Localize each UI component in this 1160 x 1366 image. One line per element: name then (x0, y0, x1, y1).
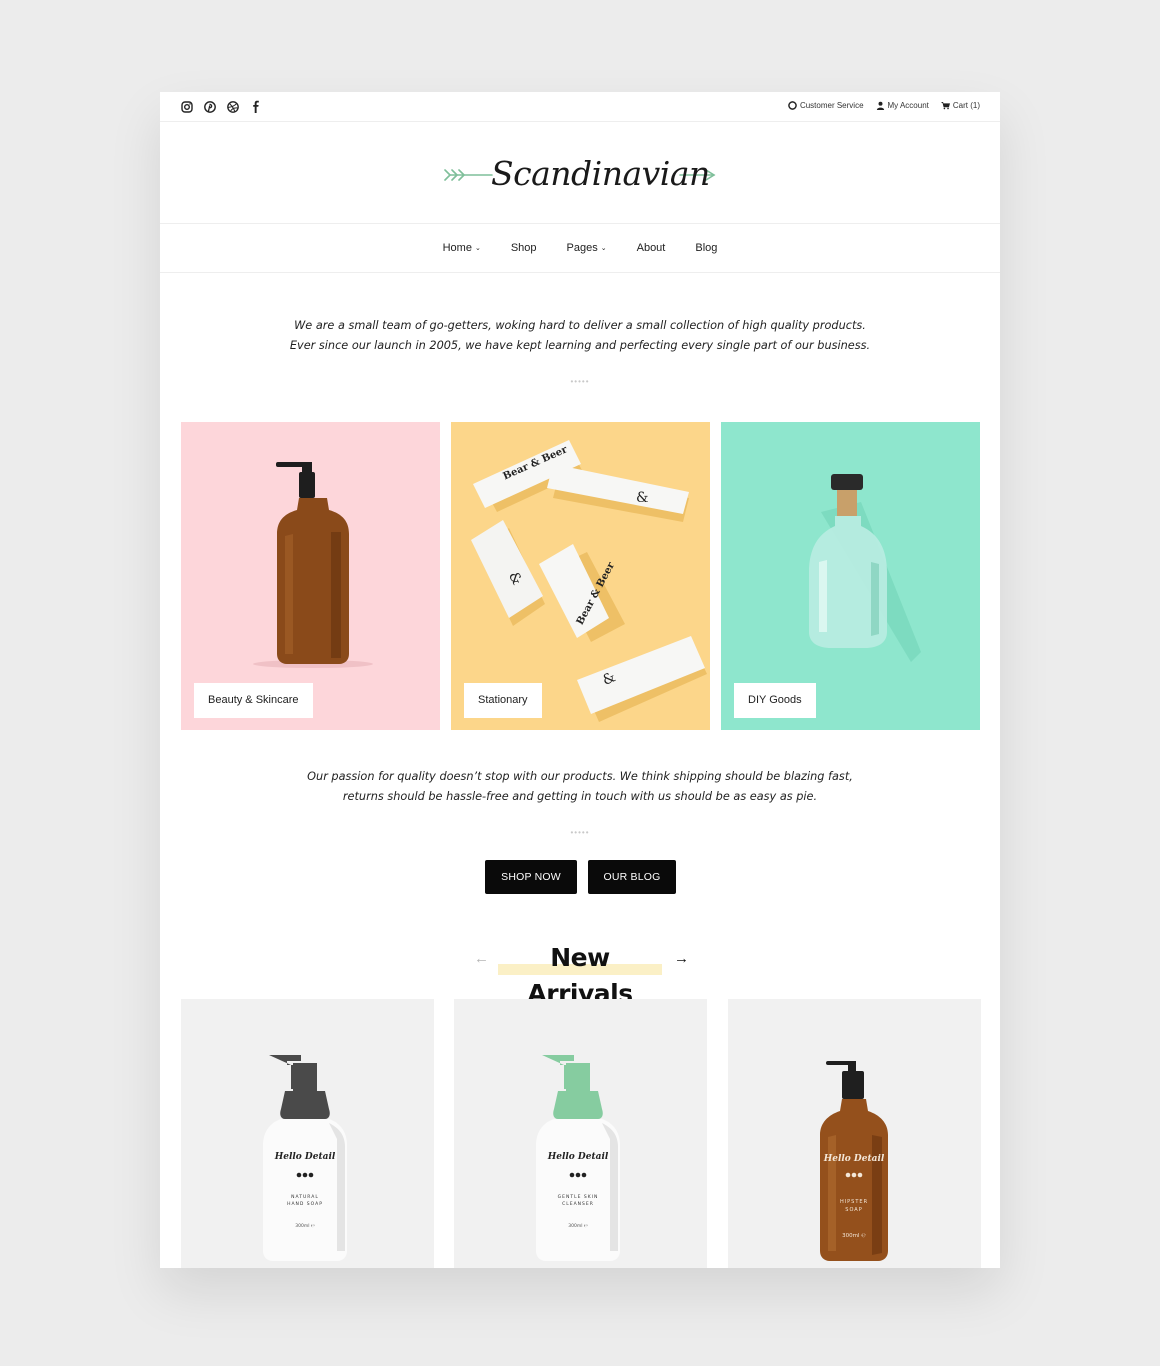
product-name-line-2: SOAP (845, 1207, 862, 1213)
product-card[interactable]: Hello Detail NATURAL HAND SOAP 300ml ℮ (181, 999, 434, 1268)
intro-line-2: Ever since our launch in 2005, we have k… (289, 339, 871, 352)
facebook-icon[interactable] (249, 100, 263, 114)
social-links (180, 100, 263, 114)
chevron-down-icon: ⌄ (600, 244, 607, 252)
new-arrivals-header: New Arrivals ← → (160, 940, 1000, 1008)
instagram-icon[interactable] (180, 100, 194, 114)
category-label: Beauty & Skincare (194, 683, 313, 718)
svg-text:&: & (636, 490, 648, 506)
our-blog-button[interactable]: OUR BLOG (588, 860, 676, 894)
nav-pages-label: Pages (566, 242, 598, 254)
logo-text: Scandinavian (491, 154, 710, 193)
my-account-link[interactable]: My Account (876, 101, 929, 110)
header-logo-area: Scandinavian (160, 122, 1000, 224)
product-name-line-2: HAND SOAP (287, 1201, 323, 1207)
amber-pump-soap-image: Hello Detail HIPSTER SOAP 300ml ℮ (820, 1061, 888, 1261)
intro-text: We are a small team of go-getters, wokin… (160, 316, 1000, 356)
category-card-beauty[interactable]: Beauty & Skincare (181, 422, 440, 730)
passion-text: Our passion for quality doesn’t stop wit… (160, 767, 1000, 807)
product-brand: Hello Detail (823, 1154, 885, 1164)
nav-blog-label: Blog (695, 242, 718, 254)
product-name-line-1: HIPSTER (840, 1199, 868, 1205)
lifebuoy-icon (788, 101, 797, 110)
product-card[interactable]: Hello Detail GENTLE SKIN CLEANSER 300ml … (454, 999, 707, 1268)
utility-links: Customer Service My Account Cart (1) (788, 101, 980, 110)
nav-home-label: Home (442, 242, 472, 254)
product-name-line-1: GENTLE SKIN (558, 1194, 599, 1200)
product-brand: Hello Detail (547, 1152, 609, 1162)
nav-blog[interactable]: Blog (695, 242, 717, 254)
my-account-label: My Account (887, 101, 929, 110)
nav-pages[interactable]: Pages ⌄ (567, 242, 607, 254)
product-volume: 300ml ℮ (568, 1223, 588, 1229)
arrow-left-icon[interactable]: ← (474, 949, 489, 969)
product-card[interactable]: Hello Detail HIPSTER SOAP 300ml ℮ (728, 999, 981, 1268)
category-label: DIY Goods (734, 683, 816, 718)
nav-home[interactable]: Home ⌄ (443, 242, 481, 254)
nav-shop-label: Shop (510, 242, 537, 254)
product-brand: Hello Detail (274, 1152, 336, 1162)
dribbble-icon[interactable] (226, 100, 240, 114)
intro-line-1: We are a small team of go-getters, wokin… (294, 319, 866, 332)
pinterest-icon[interactable] (203, 100, 217, 114)
product-volume: 300ml ℮ (842, 1233, 866, 1239)
nav-about[interactable]: About (637, 242, 666, 254)
shop-now-button[interactable]: SHOP NOW (485, 860, 577, 894)
white-foam-bottle-image: Hello Detail NATURAL HAND SOAP 300ml ℮ (263, 1055, 347, 1261)
category-card-stationary[interactable]: Bear & Beer & & Bear & Beer & Stationary (451, 422, 710, 730)
white-foam-bottle-green-pump-image: Hello Detail GENTLE SKIN CLEANSER 300ml … (536, 1055, 620, 1261)
nav-about-label: About (636, 242, 666, 254)
divider-dots: ••••• (570, 377, 590, 386)
product-name-line-2: CLEANSER (562, 1201, 594, 1207)
main-nav: Home ⌄ Shop Pages ⌄ About Blog (160, 224, 1000, 273)
arrow-right-icon[interactable]: → (674, 949, 689, 969)
category-label: Stationary (464, 683, 542, 718)
category-card-diy[interactable]: DIY Goods (721, 422, 980, 730)
cart-icon (941, 101, 950, 110)
page: Customer Service My Account Cart (1) Sca… (160, 92, 1000, 1268)
passion-line-2: returns should be hassle-free and gettin… (342, 790, 818, 803)
cart-label: Cart (1) (952, 101, 980, 110)
product-volume: 300ml ℮ (295, 1223, 315, 1229)
cart-link[interactable]: Cart (1) (941, 101, 980, 110)
nav-shop[interactable]: Shop (511, 242, 537, 254)
chevron-down-icon: ⌄ (474, 244, 481, 252)
customer-service-label: Customer Service (799, 101, 864, 110)
divider-dots: ••••• (570, 828, 590, 837)
customer-service-link[interactable]: Customer Service (788, 101, 864, 110)
passion-line-1: Our passion for quality doesn’t stop wit… (307, 770, 853, 783)
top-bar: Customer Service My Account Cart (1) (160, 92, 1000, 122)
site-logo[interactable]: Scandinavian (444, 142, 716, 202)
product-name-line-1: NATURAL (291, 1194, 319, 1200)
user-icon (876, 101, 884, 110)
